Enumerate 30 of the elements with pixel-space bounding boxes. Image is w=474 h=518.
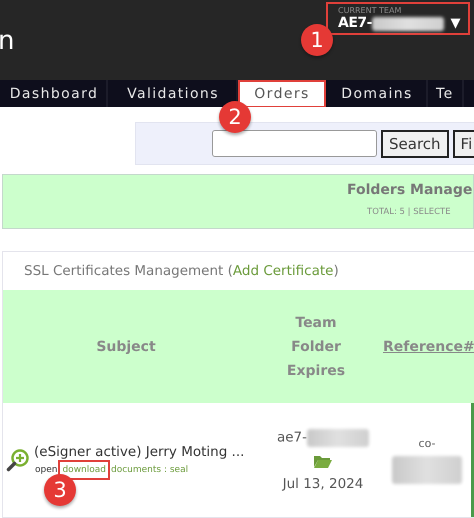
team-switcher[interactable]: CURRENT TEAM AE7- ▼ — [326, 2, 470, 35]
redaction-blur — [307, 428, 370, 446]
column-header: Subject — [96, 338, 156, 354]
reference-number: co- — [418, 436, 436, 450]
expiry-date: Jul 13, 2024 — [282, 476, 364, 492]
card-title: SSL Certificates Management ( — [24, 263, 233, 279]
redaction-blur — [392, 456, 462, 484]
column-header: Expires — [286, 362, 346, 378]
folder-icon — [314, 454, 332, 468]
zoom-in-icon — [6, 448, 30, 472]
nav-tab[interactable]: Domains — [326, 80, 428, 108]
search-button[interactable]: Search — [381, 130, 449, 158]
team-name: ae7- — [276, 429, 308, 446]
filter-button[interactable]: Fi — [452, 130, 474, 158]
nav-tab[interactable]: Orders — [238, 80, 326, 108]
dropdown-caret-icon: ▼ — [450, 15, 460, 32]
folders-title: Folders Manage — [347, 181, 472, 200]
nav-tab[interactable]: Te — [428, 80, 464, 108]
callout-number: 3 — [44, 474, 76, 506]
certificate-subject: (eSigner active) Jerry Moting ... — [34, 444, 244, 460]
status-text: open — [34, 464, 58, 476]
search-field[interactable] — [212, 130, 377, 158]
team-label: CURRENT TEAM — [338, 6, 402, 15]
folders-summary: TOTAL: 5 | SELECTE — [367, 207, 451, 218]
column-header: Team — [295, 314, 337, 330]
header-title: n — [0, 26, 14, 56]
nav-tab[interactable]: Dashboard — [0, 80, 108, 108]
column-header: Folder — [291, 338, 341, 354]
card-title-end: ) — [333, 263, 339, 279]
team-name: AE7- — [338, 15, 372, 32]
